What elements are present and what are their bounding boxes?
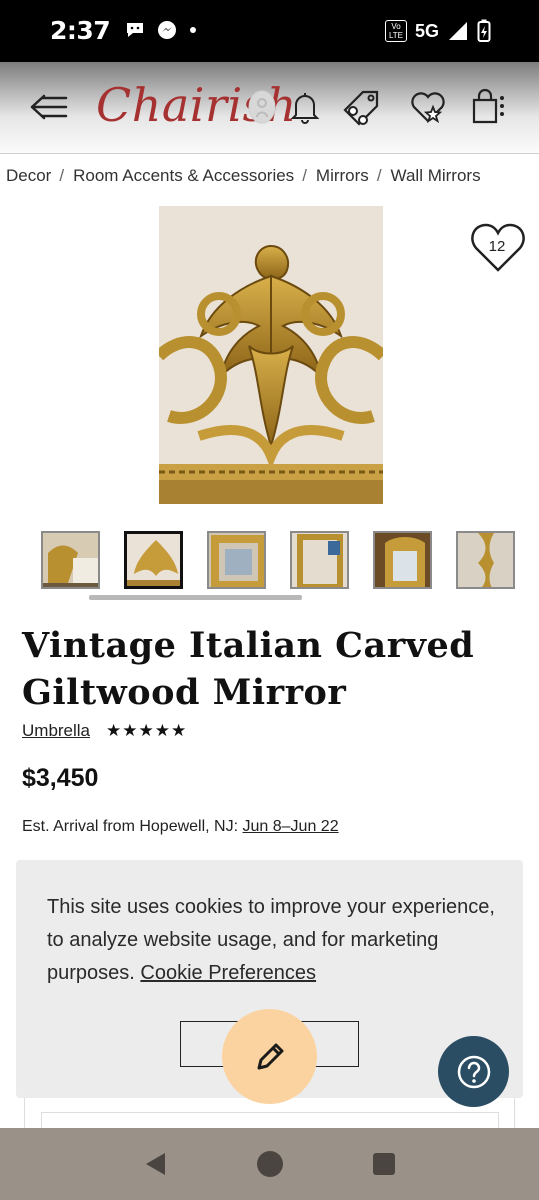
volte-badge: Vo LTE <box>384 20 407 42</box>
thumbnail-4[interactable] <box>290 531 349 589</box>
seller-link[interactable]: Umbrella <box>22 721 90 741</box>
status-bar: 2:37 Vo LTE 5G <box>0 0 539 62</box>
network-type: 5G <box>414 20 439 41</box>
signal-icon <box>449 22 467 40</box>
nav-recents-icon[interactable] <box>369 1149 399 1179</box>
thumbnail-strip <box>41 531 515 589</box>
product-price: $3,450 <box>22 764 99 792</box>
tag-icon[interactable] <box>340 85 384 129</box>
edit-fab[interactable] <box>222 1009 317 1104</box>
messenger-icon <box>158 21 176 39</box>
nav-home-icon[interactable] <box>255 1149 285 1179</box>
chat-bubble-icon <box>127 23 143 37</box>
thumbnail-scrollbar[interactable] <box>89 595 302 600</box>
breadcrumb-item-mirrors[interactable]: Mirrors <box>316 166 369 186</box>
cookie-preferences-link[interactable]: Cookie Preferences <box>140 962 316 984</box>
help-fab[interactable] <box>438 1036 509 1107</box>
system-icons: Vo LTE 5G <box>384 19 491 43</box>
bell-icon[interactable] <box>283 85 327 129</box>
nav-back-icon[interactable] <box>141 1149 171 1179</box>
notification-icons <box>124 19 198 41</box>
thumbnail-2[interactable] <box>124 531 183 589</box>
question-icon <box>457 1055 490 1088</box>
cookie-message: This site uses cookies to improve your e… <box>47 891 497 990</box>
pencil-icon <box>257 1043 283 1069</box>
breadcrumb-item-wall-mirrors[interactable]: Wall Mirrors <box>391 166 481 186</box>
status-time: 2:37 <box>50 16 111 45</box>
breadcrumb-separator: / <box>302 166 307 185</box>
system-nav-bar <box>0 1128 539 1200</box>
favorite-count: 12 <box>488 238 506 255</box>
breadcrumb-item-decor[interactable]: Decor <box>6 166 51 186</box>
seller-rating: ★★★★★ <box>106 721 188 740</box>
cart-icon[interactable] <box>466 85 510 129</box>
battery-icon <box>477 19 491 42</box>
thumbnail-3[interactable] <box>207 531 266 589</box>
breadcrumb-separator: / <box>59 166 65 185</box>
thumbnail-5[interactable] <box>373 531 432 589</box>
breadcrumb: Decor / Room Accents & Accessories / Mir… <box>6 166 481 186</box>
back-arrow-icon[interactable] <box>26 85 70 129</box>
breadcrumb-separator: / <box>376 166 382 185</box>
app-header: Chairish <box>0 62 539 154</box>
product-main-image[interactable] <box>159 206 383 504</box>
product-title: Vintage Italian Carved Giltwood Mirror <box>22 625 475 713</box>
arrival-label: Est. Arrival from Hopewell, NJ: <box>22 818 239 835</box>
breadcrumb-item-room-accents[interactable]: Room Accents & Accessories <box>73 166 294 186</box>
estimated-arrival: Est. Arrival from Hopewell, NJ: Jun 8–Ju… <box>22 818 339 836</box>
heart-star-icon[interactable] <box>406 85 450 129</box>
thumbnail-6[interactable] <box>456 531 515 589</box>
dot-icon <box>190 27 196 33</box>
arrival-dates-link[interactable]: Jun 8–Jun 22 <box>243 818 339 835</box>
user-icon[interactable] <box>240 85 284 129</box>
thumbnail-1[interactable] <box>41 531 100 589</box>
